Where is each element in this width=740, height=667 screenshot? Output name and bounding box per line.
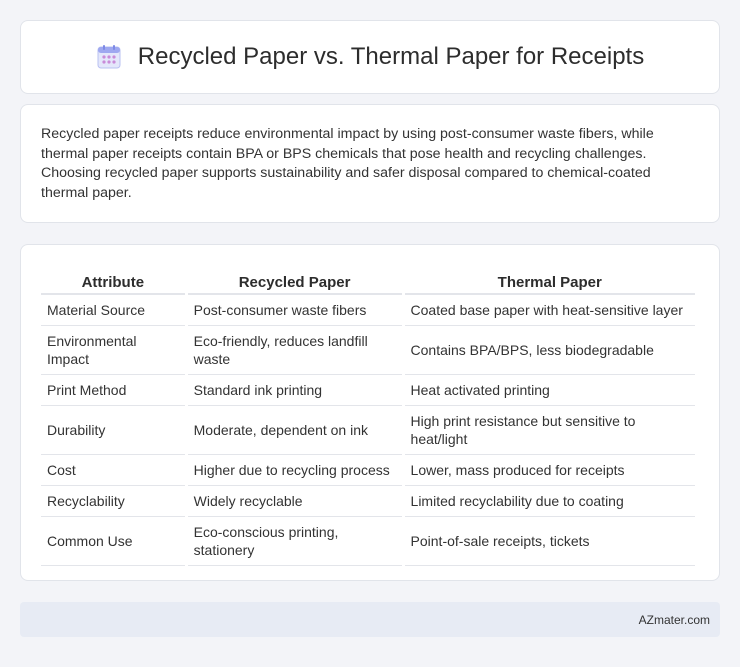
thermal-cell: Coated base paper with heat-sensitive la… — [404, 295, 695, 326]
header-attribute: Attribute — [41, 265, 185, 295]
recycled-cell: Standard ink printing — [187, 375, 402, 406]
footer-site-link[interactable]: AZmater.com — [639, 613, 710, 627]
table-header-row: Attribute Recycled Paper Thermal Paper — [41, 265, 695, 295]
thermal-cell: High print resistance but sensitive to h… — [404, 406, 695, 455]
attribute-cell: Print Method — [41, 375, 185, 406]
table-row: Print Method Standard ink printing Heat … — [41, 375, 695, 406]
comparison-table: Attribute Recycled Paper Thermal Paper M… — [38, 265, 698, 566]
recycled-cell: Eco-friendly, reduces landfill waste — [187, 326, 402, 375]
recycled-cell: Widely recyclable — [187, 486, 402, 517]
table-row: Durability Moderate, dependent on ink Hi… — [41, 406, 695, 455]
summary-text: Recycled paper receipts reduce environme… — [41, 126, 654, 201]
page-title: Recycled Paper vs. Thermal Paper for Rec… — [137, 43, 645, 70]
attribute-cell: Cost — [41, 455, 185, 486]
table-row: Common Use Eco-conscious printing, stati… — [41, 517, 695, 566]
thermal-cell: Lower, mass produced for receipts — [404, 455, 695, 486]
attribute-cell: Environmental Impact — [41, 326, 185, 375]
thermal-cell: Contains BPA/BPS, less biodegradable — [404, 326, 695, 375]
thermal-cell: Limited recyclability due to coating — [404, 486, 695, 517]
title-row: Recycled Paper vs. Thermal Paper for Rec… — [96, 43, 644, 71]
recycled-cell: Post-consumer waste fibers — [187, 295, 402, 326]
footer: AZmater.com — [20, 602, 720, 637]
comparison-card: Attribute Recycled Paper Thermal Paper M… — [20, 244, 720, 581]
table-row: Cost Higher due to recycling process Low… — [41, 455, 695, 486]
thermal-cell: Heat activated printing — [404, 375, 695, 406]
table-row: Recyclability Widely recyclable Limited … — [41, 486, 695, 517]
header-thermal-paper: Thermal Paper — [404, 265, 695, 295]
recycled-cell: Eco-conscious printing, stationery — [187, 517, 402, 566]
attribute-cell: Recyclability — [41, 486, 185, 517]
attribute-cell: Common Use — [41, 517, 185, 566]
recycled-cell: Moderate, dependent on ink — [187, 406, 402, 455]
recycled-cell: Higher due to recycling process — [187, 455, 402, 486]
attribute-cell: Material Source — [41, 295, 185, 326]
calendar-icon — [96, 44, 122, 70]
table-row: Material Source Post-consumer waste fibe… — [41, 295, 695, 326]
summary-card: Recycled paper receipts reduce environme… — [20, 104, 720, 223]
thermal-cell: Point-of-sale receipts, tickets — [404, 517, 695, 566]
header-recycled-paper: Recycled Paper — [187, 265, 402, 295]
table-row: Environmental Impact Eco-friendly, reduc… — [41, 326, 695, 375]
attribute-cell: Durability — [41, 406, 185, 455]
title-card: Recycled Paper vs. Thermal Paper for Rec… — [20, 20, 720, 94]
